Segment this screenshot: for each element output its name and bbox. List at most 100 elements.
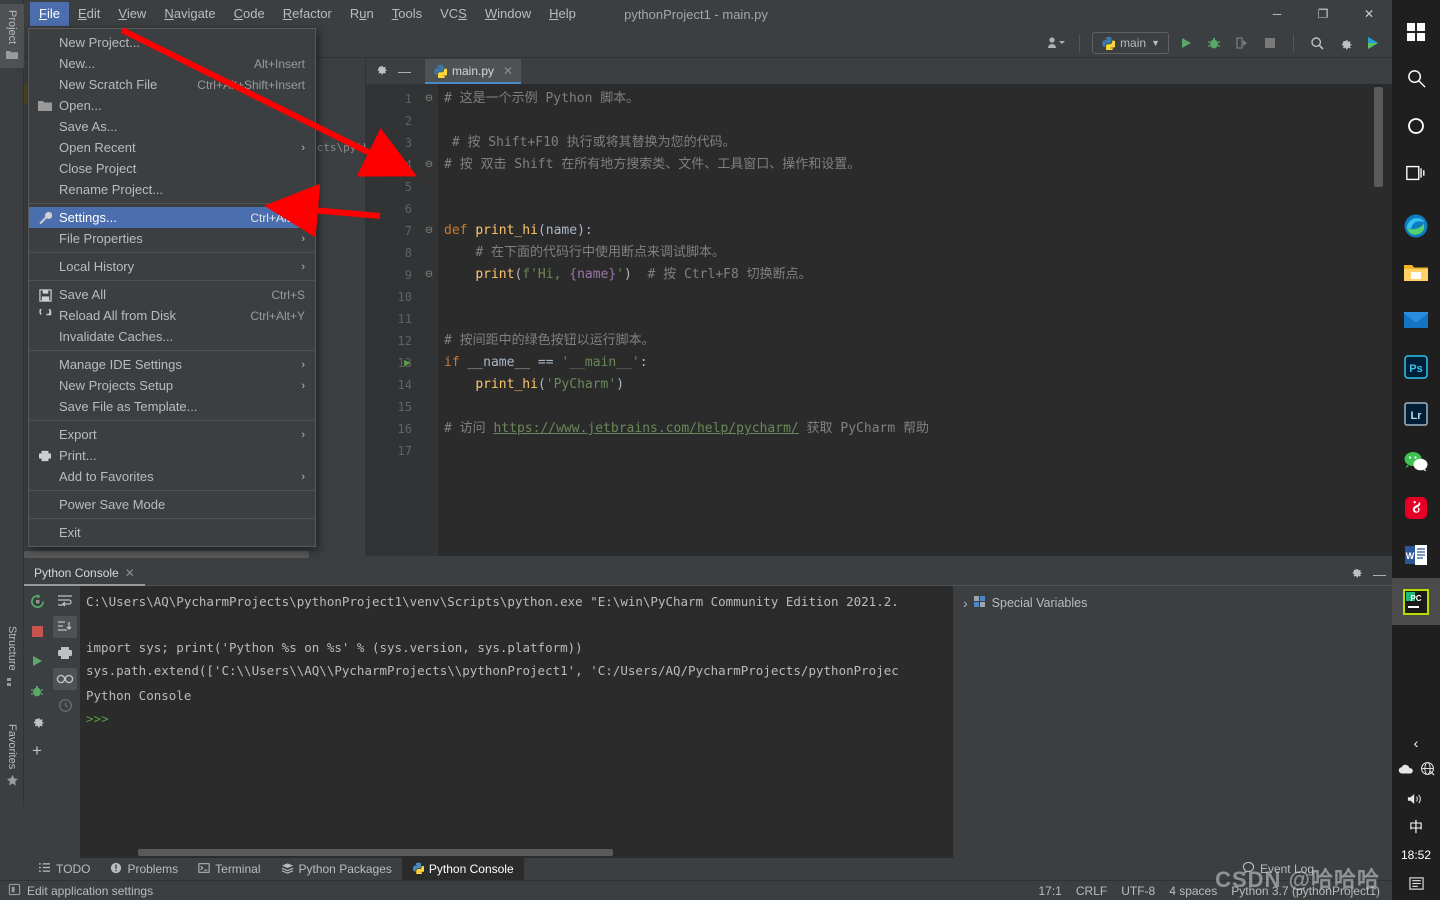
- tool-tab-python-packages[interactable]: Python Packages: [271, 858, 402, 880]
- menu-item-save-as[interactable]: Save As...: [29, 116, 315, 137]
- fold-marker[interactable]: [420, 352, 438, 374]
- netease-music-icon[interactable]: [1392, 484, 1440, 531]
- debug-icon[interactable]: [25, 680, 49, 702]
- console-output[interactable]: C:\Users\AQ\PycharmProjects\pythonProjec…: [80, 586, 952, 858]
- file-menu-dropdown[interactable]: New Project... New... Alt+Insert New Scratc…: [28, 28, 316, 547]
- menu-code[interactable]: Code: [225, 2, 274, 26]
- clock[interactable]: 18:52: [1392, 842, 1440, 868]
- close-button[interactable]: ✕: [1346, 0, 1392, 28]
- menu-item-save-all[interactable]: Save All Ctrl+S: [29, 284, 315, 305]
- coverage-icon[interactable]: [1231, 32, 1253, 54]
- fold-marker[interactable]: ⊖: [420, 264, 438, 286]
- minimize-icon[interactable]: —: [1373, 567, 1386, 582]
- history-icon[interactable]: [53, 694, 77, 716]
- special-variables-row[interactable]: › Special Variables: [953, 592, 1392, 614]
- hide-tool-window-icon[interactable]: —: [392, 64, 417, 79]
- tool-tab-todo[interactable]: TODO: [28, 858, 100, 880]
- menu-run[interactable]: Run: [341, 2, 383, 26]
- menu-item-local-history[interactable]: Local History ›: [29, 256, 315, 277]
- editor-scrollbar[interactable]: [1374, 87, 1383, 187]
- cortana-icon[interactable]: [1392, 102, 1440, 149]
- wechat-icon[interactable]: [1392, 437, 1440, 484]
- file-explorer-icon[interactable]: [1392, 249, 1440, 296]
- menu-tools[interactable]: Tools: [383, 2, 431, 26]
- run-configuration-selector[interactable]: main ▼: [1092, 32, 1169, 54]
- print-icon[interactable]: [53, 642, 77, 664]
- menu-bar[interactable]: File Edit View Navigate Code Refactor Run Tools…: [30, 0, 585, 28]
- console-prompt[interactable]: >>>: [86, 707, 952, 730]
- window-controls[interactable]: ─ ❐ ✕: [1254, 0, 1392, 28]
- menu-window[interactable]: Window: [476, 2, 540, 26]
- menu-item-save-file-as-template[interactable]: Save File as Template...: [29, 396, 315, 417]
- lightroom-icon[interactable]: Lr: [1392, 390, 1440, 437]
- gear-icon[interactable]: [1349, 565, 1363, 584]
- chevron-left-icon[interactable]: ‹: [1414, 735, 1419, 751]
- project-horizontal-scrollbar[interactable]: [24, 550, 366, 558]
- maximize-button[interactable]: ❐: [1300, 0, 1346, 28]
- fold-marker[interactable]: [420, 418, 438, 440]
- menu-vcs[interactable]: VCS: [431, 2, 476, 26]
- stop-icon[interactable]: [25, 620, 49, 642]
- execute-icon[interactable]: [25, 650, 49, 672]
- menu-view[interactable]: View: [109, 2, 155, 26]
- fold-marker[interactable]: [420, 110, 438, 132]
- sidebar-item-structure[interactable]: Structure: [0, 620, 24, 704]
- tray-expand-button[interactable]: ‹: [1392, 730, 1440, 756]
- menu-item-power-save-mode[interactable]: Power Save Mode: [29, 494, 315, 515]
- scrollbar-thumb[interactable]: [24, 551, 309, 558]
- code-content[interactable]: # 这是一个示例 Python 脚本。 # 按 Shift+F10 执行或将其替…: [438, 84, 1392, 556]
- add-icon[interactable]: +: [25, 740, 49, 762]
- show-variables-icon[interactable]: [53, 668, 77, 690]
- word-icon[interactable]: W: [1392, 531, 1440, 578]
- fold-marker[interactable]: [420, 440, 438, 462]
- fold-marker[interactable]: [420, 396, 438, 418]
- search-icon[interactable]: [1392, 55, 1440, 102]
- line-separator[interactable]: CRLF: [1076, 884, 1107, 898]
- indent-setting[interactable]: 4 spaces: [1169, 884, 1217, 898]
- tray-icons-row[interactable]: [1392, 758, 1440, 784]
- scroll-to-end-icon[interactable]: [53, 616, 77, 638]
- fold-marker[interactable]: [420, 176, 438, 198]
- fold-marker[interactable]: [420, 286, 438, 308]
- menu-item-new-projects-setup[interactable]: New Projects Setup ›: [29, 375, 315, 396]
- tool-tab-terminal[interactable]: Terminal: [188, 858, 270, 880]
- fold-marker[interactable]: [420, 242, 438, 264]
- soft-wrap-icon[interactable]: [53, 590, 77, 612]
- updates-icon[interactable]: [1362, 32, 1384, 54]
- fold-marker[interactable]: [420, 132, 438, 154]
- console-tab[interactable]: Python Console ✕: [24, 562, 145, 586]
- file-encoding[interactable]: UTF-8: [1121, 884, 1155, 898]
- menu-item-open[interactable]: Open...: [29, 95, 315, 116]
- fold-marker[interactable]: ⊖: [420, 88, 438, 110]
- sidebar-item-favorites[interactable]: Favorites: [0, 718, 24, 802]
- menu-navigate[interactable]: Navigate: [155, 2, 224, 26]
- tool-tab-python-console[interactable]: Python Console: [401, 858, 524, 880]
- run-icon[interactable]: [1175, 32, 1197, 54]
- rerun-icon[interactable]: [25, 590, 49, 612]
- editor-tab-main-py[interactable]: main.py ✕: [425, 59, 522, 84]
- settings-icon[interactable]: [1334, 32, 1356, 54]
- menu-edit[interactable]: Edit: [69, 2, 109, 26]
- search-icon[interactable]: [1306, 32, 1328, 54]
- network-icon[interactable]: [1420, 761, 1435, 781]
- menu-item-add-to-favorites[interactable]: Add to Favorites ›: [29, 466, 315, 487]
- mail-icon[interactable]: [1392, 296, 1440, 343]
- menu-refactor[interactable]: Refactor: [274, 2, 341, 26]
- settings-icon[interactable]: [25, 710, 49, 732]
- menu-item-new[interactable]: New... Alt+Insert: [29, 53, 315, 74]
- editor-settings-icon[interactable]: [374, 62, 388, 81]
- tool-window-bar[interactable]: TODO Problems Terminal Python Packages Pytho…: [0, 858, 1392, 880]
- fold-marker[interactable]: ⊖: [420, 154, 438, 176]
- menu-file[interactable]: File: [30, 2, 69, 26]
- tool-tab-problems[interactable]: Problems: [100, 858, 188, 880]
- close-icon[interactable]: ✕: [125, 566, 135, 580]
- notification-icon[interactable]: [1392, 870, 1440, 896]
- debug-icon[interactable]: [1203, 32, 1225, 54]
- cloud-icon[interactable]: [1398, 762, 1414, 780]
- menu-item-manage-ide-settings[interactable]: Manage IDE Settings ›: [29, 354, 315, 375]
- menu-item-settings[interactable]: Settings... Ctrl+Alt+S: [29, 207, 315, 228]
- fold-marker[interactable]: [420, 308, 438, 330]
- menu-item-rename-project[interactable]: Rename Project...: [29, 179, 315, 200]
- console-horizontal-scrollbar[interactable]: [138, 849, 613, 856]
- menu-item-file-properties[interactable]: File Properties ›: [29, 228, 315, 249]
